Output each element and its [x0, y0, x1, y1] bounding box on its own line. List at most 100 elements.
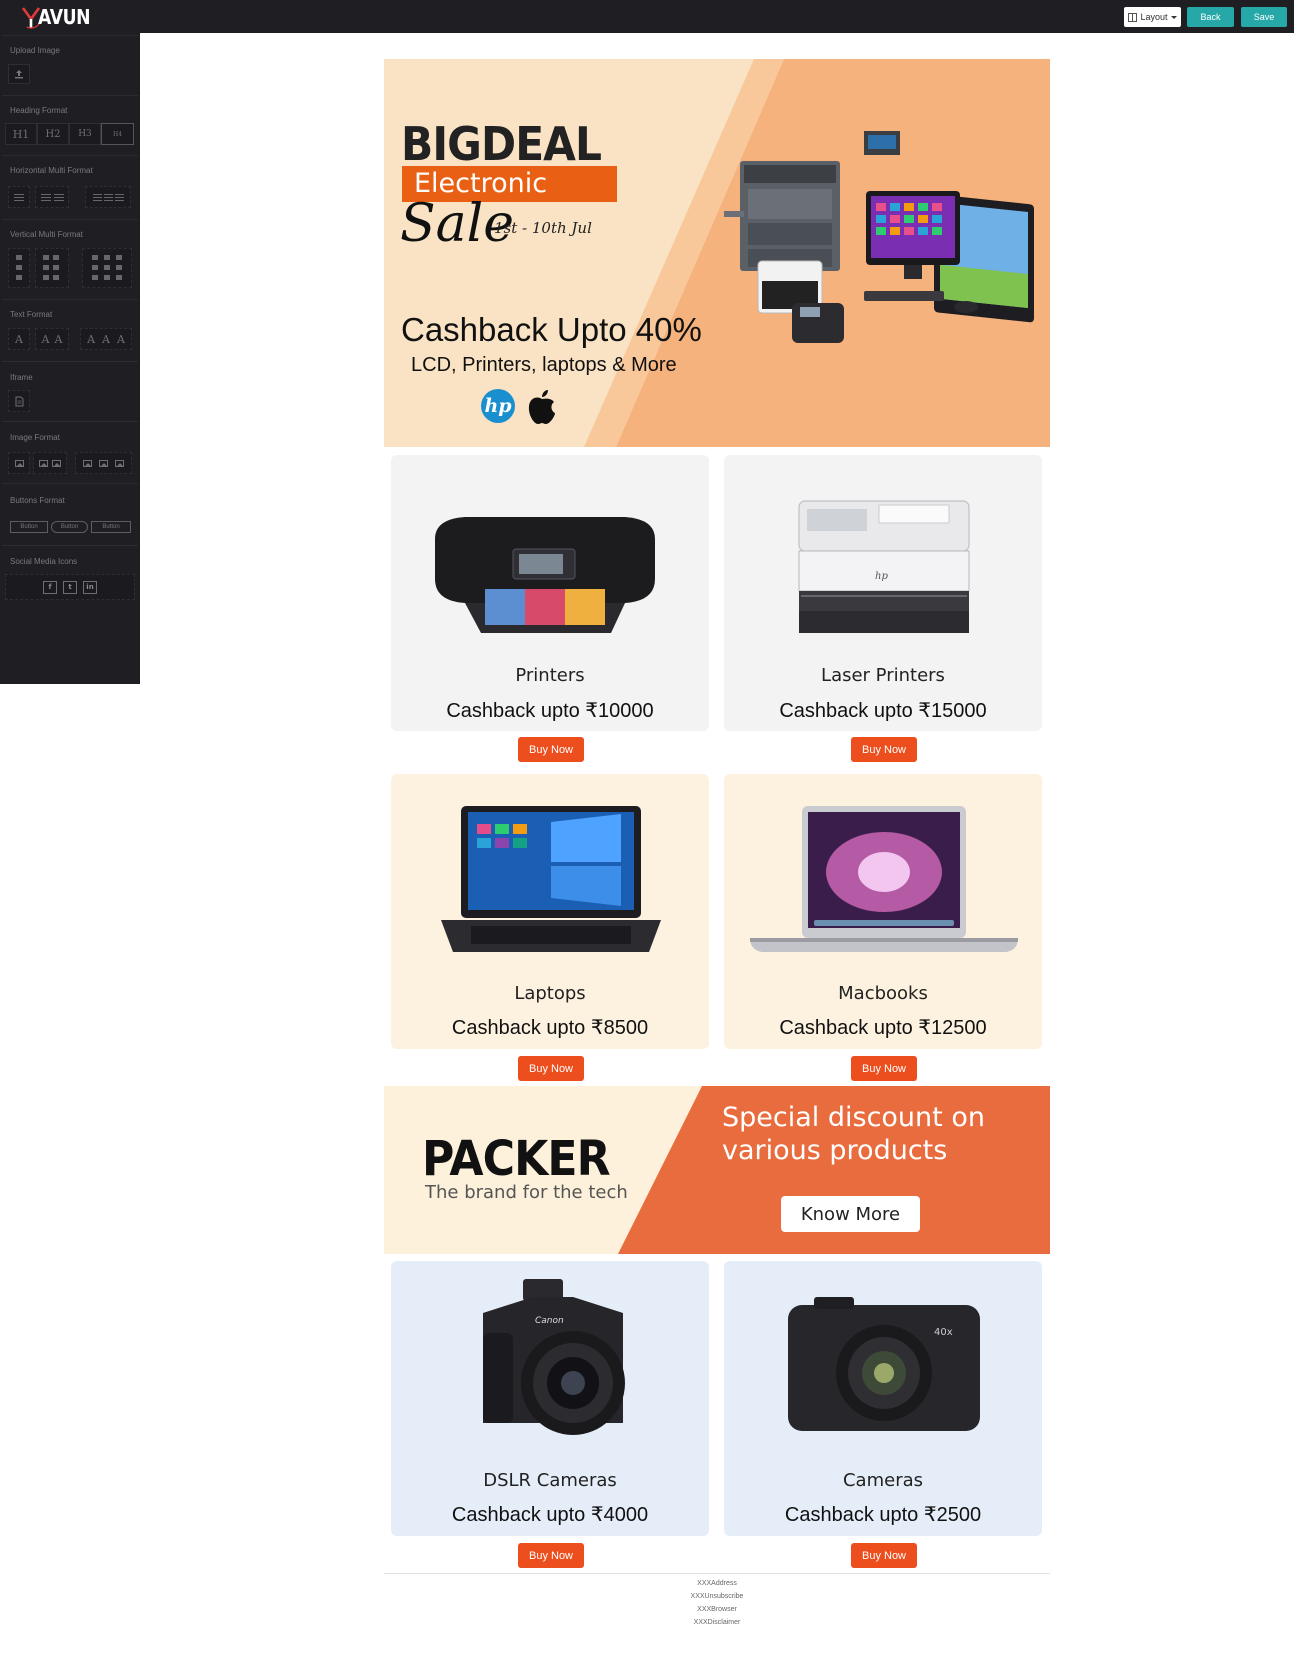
compact-camera-image: 40x: [788, 1297, 980, 1431]
heading-h1-tool[interactable]: H1: [5, 123, 37, 145]
rounded-button-sample[interactable]: Button: [51, 521, 88, 533]
iframe-tool[interactable]: [8, 390, 30, 412]
heading-h4-tool[interactable]: H4: [101, 123, 134, 145]
product-card[interactable]: hp Laser Printers Cashback upto ₹15000: [724, 455, 1042, 731]
section-title: Social Media Icons: [10, 557, 78, 566]
image-icon: [115, 459, 124, 467]
two-column-icon-right: [53, 193, 64, 201]
vertical-two-icon: [43, 255, 59, 280]
inkjet-printer-image: [435, 517, 655, 633]
packer-tagline: The brand for the tech: [425, 1182, 628, 1203]
heading-h3-tool[interactable]: H3: [69, 123, 101, 145]
save-button[interactable]: Save: [1241, 7, 1287, 27]
text-glyph: A: [54, 332, 63, 346]
buy-now-button[interactable]: Buy Now: [851, 1543, 917, 1568]
three-column-icon: [92, 193, 102, 201]
hero-cashback: Cashback Upto 40%: [401, 311, 702, 348]
three-column-tool[interactable]: [85, 186, 131, 208]
buy-now-button[interactable]: Buy Now: [518, 1543, 584, 1568]
section-heading-format: Heading Format H1 H2 H3 H4: [2, 95, 138, 155]
text-glyph: A: [102, 332, 110, 346]
product-card[interactable]: 40x Cameras Cashback upto ₹2500: [724, 1261, 1042, 1536]
document-icon: [15, 396, 23, 406]
hero-banner[interactable]: BIGDEAL Electronic Sale 1st - 10th Jul C…: [384, 59, 1050, 447]
vertical-two-tool[interactable]: [35, 248, 69, 288]
footer-browser-link[interactable]: XXXBrowser: [384, 1606, 1050, 1613]
image-one-tool[interactable]: [8, 452, 30, 474]
product-cashback: Cashback upto ₹2500: [784, 1504, 982, 1526]
twitter-icon: t: [63, 580, 77, 594]
section-title: Text Format: [10, 310, 53, 319]
social-icons-tool[interactable]: f t in: [5, 574, 135, 600]
section-title: Upload Image: [10, 46, 60, 55]
upload-icon: [15, 70, 23, 79]
product-cashback: Cashback upto ₹4000: [451, 1504, 649, 1526]
hp-logo: hp: [481, 389, 515, 423]
app-logo[interactable]: AVUN: [20, 4, 99, 30]
footer-address-link[interactable]: XXXAddress: [384, 1580, 1050, 1587]
electronics-illustration: [724, 131, 1034, 343]
buy-now-button[interactable]: Buy Now: [851, 1056, 917, 1081]
know-more-button[interactable]: Know More: [781, 1196, 920, 1232]
footer-divider: [384, 1573, 1050, 1574]
product-card[interactable]: Macbooks Cashback upto ₹12500: [724, 774, 1042, 1049]
packer-banner[interactable]: PACKER The brand for the tech Special di…: [384, 1086, 1050, 1254]
text-glyph: A: [41, 332, 50, 346]
buy-now-button[interactable]: Buy Now: [851, 737, 917, 762]
section-title: Buttons Format: [10, 496, 65, 505]
three-column-icon-mid: [103, 193, 113, 201]
product-cashback: Cashback upto ₹12500: [779, 1017, 987, 1039]
section-title: Iframe: [10, 373, 33, 382]
image-two-tool[interactable]: [33, 452, 67, 474]
one-column-icon: [14, 193, 24, 201]
footer-disclaimer-link[interactable]: XXXDisclaimer: [384, 1619, 1050, 1626]
section-title: Horizontal Multi Format: [10, 166, 93, 175]
image-icon: [39, 459, 48, 467]
text-two-column-tool[interactable]: A A: [35, 328, 69, 350]
section-title: Vertical Multi Format: [10, 230, 83, 239]
product-card[interactable]: Laptops Cashback upto ₹8500: [391, 774, 709, 1049]
outline-button-sample[interactable]: Button: [91, 521, 131, 533]
back-button[interactable]: Back: [1187, 7, 1234, 27]
upload-image-tool[interactable]: [8, 64, 30, 84]
layout-dropdown[interactable]: Layout: [1124, 7, 1181, 27]
text-three-column-tool[interactable]: A A A: [80, 328, 132, 350]
section-horizontal-multi-format: Horizontal Multi Format: [2, 155, 138, 219]
laptop-image: [441, 806, 661, 952]
top-bar: AVUN Layout Back Save: [0, 0, 1294, 33]
product-name: Laser Printers: [821, 665, 945, 686]
product-card[interactable]: Canon DSLR Cameras Cashback upto ₹4000: [391, 1261, 709, 1536]
laser-printer-image: hp: [798, 500, 970, 633]
hero-brand: BIGDEAL: [401, 117, 602, 171]
text-one-column-tool[interactable]: A: [8, 328, 30, 350]
section-image-format: Image Format: [2, 421, 138, 483]
text-glyph: A: [15, 332, 23, 346]
image-icon: [99, 459, 108, 467]
product-name: DSLR Cameras: [483, 1470, 617, 1491]
vertical-three-tool[interactable]: [82, 248, 132, 288]
footer-unsubscribe-link[interactable]: XXXUnsubscribe: [384, 1593, 1050, 1600]
image-icon: [52, 459, 61, 467]
image-three-tool[interactable]: [75, 452, 132, 474]
square-button-sample[interactable]: Button: [10, 521, 48, 533]
vertical-one-tool[interactable]: [8, 248, 30, 288]
svg-text:Canon: Canon: [535, 1316, 564, 1326]
logo-text: AVUN: [38, 5, 91, 29]
two-column-tool[interactable]: [35, 186, 69, 208]
svg-text:hp: hp: [875, 571, 888, 582]
one-column-tool[interactable]: [8, 186, 30, 208]
section-title: Image Format: [10, 433, 60, 442]
product-card[interactable]: Printers Cashback upto ₹10000: [391, 455, 709, 731]
two-column-icon: [40, 193, 51, 201]
macbook-image: [750, 806, 1018, 952]
text-glyph: A: [116, 332, 125, 346]
apple-logo-icon: [528, 390, 555, 424]
layout-label: Layout: [1140, 12, 1168, 22]
vertical-one-icon: [16, 255, 22, 280]
buy-now-button[interactable]: Buy Now: [518, 737, 584, 762]
tools-sidebar: Upload Image Heading Format H1 H2 H3 H4 …: [0, 33, 140, 684]
text-glyph: A: [87, 332, 96, 346]
heading-h2-tool[interactable]: H2: [37, 123, 69, 145]
section-upload-image: Upload Image: [2, 35, 138, 95]
buy-now-button[interactable]: Buy Now: [518, 1056, 584, 1081]
